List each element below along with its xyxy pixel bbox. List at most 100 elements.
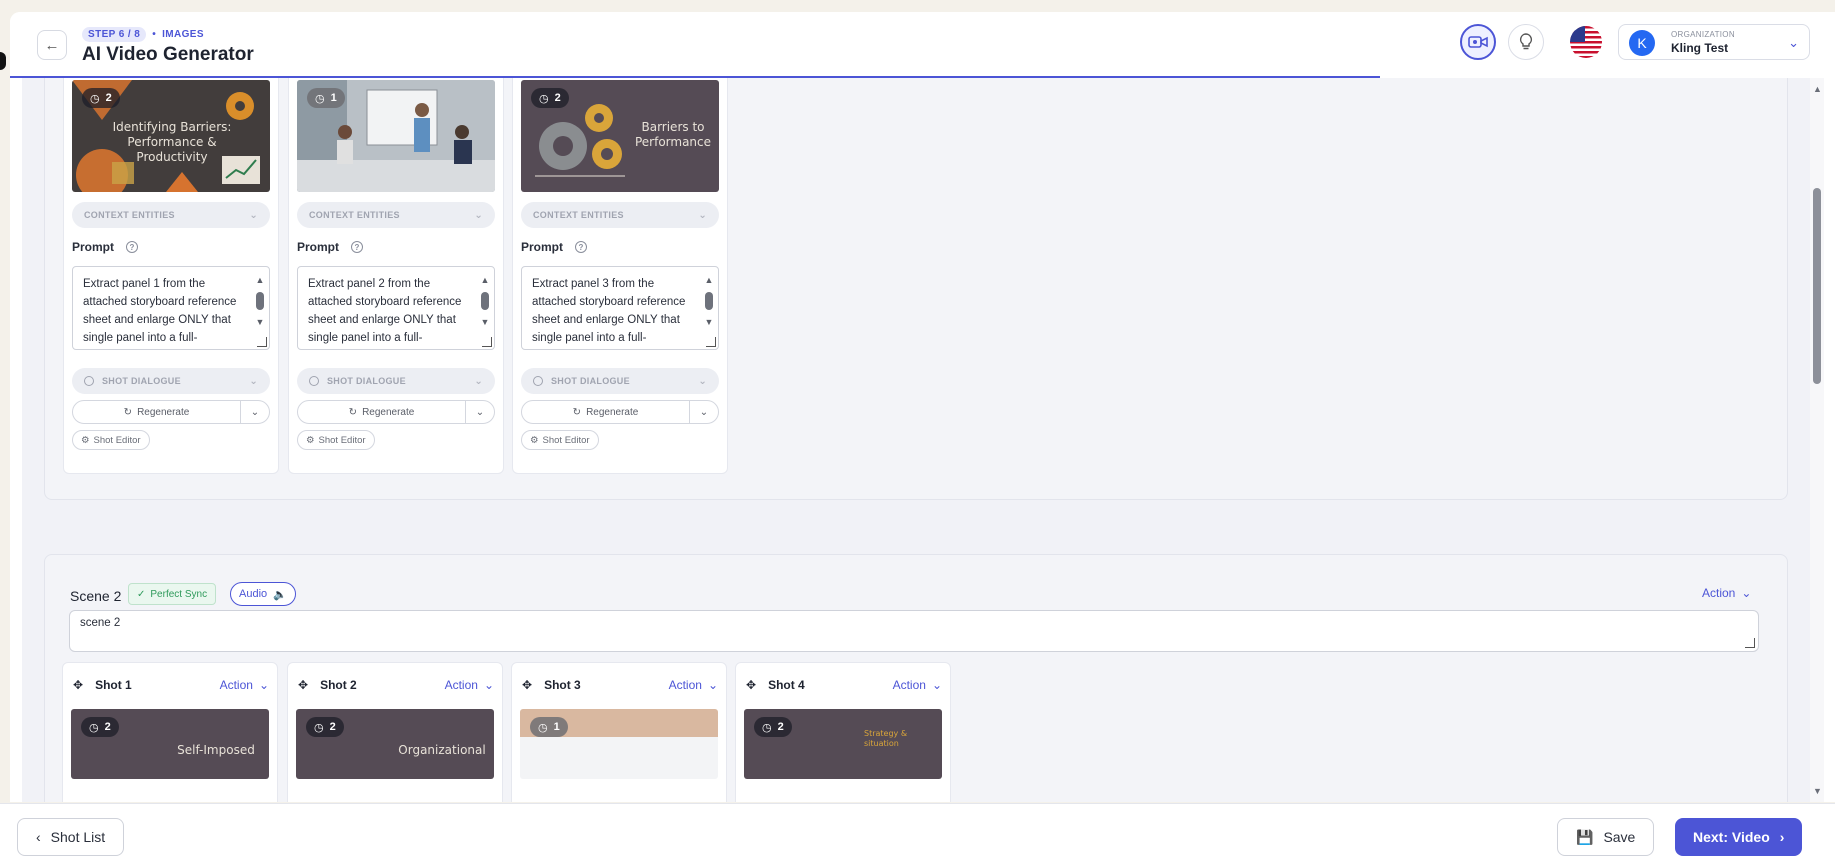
regenerate-split-button[interactable]: ↻ Regenerate ⌄ [72,400,270,424]
context-entities-dropdown[interactable]: CONTEXT ENTITIES ⌄ [297,202,495,228]
scroll-up-icon[interactable]: ▲ [256,271,265,289]
shot-thumbnail[interactable]: ◷ 2 Self-Imposed [71,709,269,779]
shot-editor-button[interactable]: ⚙ Shot Editor [72,430,150,450]
shot-header: ✥ Shot 3 [522,678,581,692]
step-pill: STEP 6 / 8 [82,27,147,42]
prompt-textarea[interactable]: Extract panel 1 from the attached storyb… [72,266,270,350]
duration-badge: ◷ 2 [82,88,120,108]
chevron-down-icon[interactable]: ⌄ [690,407,718,418]
shot-editor-label: Shot Editor [542,434,590,446]
scene2-shot-4: ✥ Shot 4 Action ⌄ ◷ 2 Strategy & situation [735,662,951,802]
scene2-shot-1: ✥ Shot 1 Action ⌄ ◷ 2 Self-Imposed [62,662,278,802]
scroll-thumb[interactable] [1813,188,1821,384]
shot-editor-button[interactable]: ⚙ Shot Editor [297,430,375,450]
save-icon: 💾 [1576,828,1594,845]
resize-handle-icon[interactable] [706,337,716,347]
next-video-button[interactable]: Next: Video › [1675,818,1803,856]
audio-button[interactable]: Audio 🔈 [230,582,296,606]
prompt-textarea[interactable]: Extract panel 2 from the attached storyb… [297,266,495,350]
context-entities-dropdown[interactable]: CONTEXT ENTITIES ⌄ [72,202,270,228]
scene-description-field[interactable]: scene 2 [69,610,1759,652]
help-icon[interactable]: ? [351,241,363,253]
drag-handle-icon[interactable]: ✥ [746,678,756,692]
scene-action-dropdown[interactable]: Action ⌄ [1702,586,1751,600]
shot-thumbnail[interactable]: ◷ 1 [297,80,495,192]
shot-action-dropdown[interactable]: Action ⌄ [669,678,718,692]
resize-handle-icon[interactable] [482,337,492,347]
chevron-down-icon[interactable]: ⌄ [241,407,269,418]
shot-action-dropdown[interactable]: Action ⌄ [893,678,942,692]
chevron-down-icon: ⌄ [707,678,718,692]
help-icon[interactable]: ? [575,241,587,253]
shot-thumbnail[interactable]: ◷ 2 Organizational [296,709,494,779]
help-icon[interactable]: ? [126,241,138,253]
organization-selector[interactable]: K ORGANIZATION Kling Test ⌄ [1618,24,1810,60]
prompt-label-text: Prompt [297,240,339,254]
us-flag-icon[interactable] [1570,26,1602,58]
scroll-up-icon[interactable]: ▲ [1813,84,1822,94]
arrow-left-icon: ← [44,36,60,54]
shot-editor-button[interactable]: ⚙ Shot Editor [521,430,599,450]
shot-dialogue-dropdown[interactable]: SHOT DIALOGUE ⌄ [72,368,270,394]
page-scrollbar[interactable]: ▲ ▼ [1810,78,1824,802]
save-button[interactable]: 💾 Save [1557,818,1655,856]
shot-thumbnail[interactable]: ◷ 2 Strategy & situation [744,709,942,779]
radio-icon[interactable] [309,376,319,386]
duration-value: 2 [777,721,784,733]
scroll-down-icon[interactable]: ▼ [1813,786,1822,796]
scroll-up-icon[interactable]: ▲ [705,271,714,289]
regenerate-button[interactable]: ↻ Regenerate [522,401,690,423]
scroll-thumb[interactable] [705,292,713,310]
action-label: Action [892,678,926,692]
scroll-thumb[interactable] [256,292,264,310]
scroll-up-icon[interactable]: ▲ [481,271,490,289]
resize-handle-icon[interactable] [1745,638,1755,648]
chevron-left-icon: ‹ [36,829,41,845]
video-camera-button[interactable] [1460,24,1496,60]
shot-thumbnail[interactable]: ◷ 1 [520,709,718,779]
regenerate-split-button[interactable]: ↻ Regenerate ⌄ [521,400,719,424]
regenerate-button[interactable]: ↻ Regenerate [73,401,241,423]
duration-value: 1 [553,721,560,733]
scene-2-title: Scene 2 [70,588,122,604]
shot-label: Shot 2 [320,678,357,692]
regenerate-split-button[interactable]: ↻ Regenerate ⌄ [297,400,495,424]
drag-handle-icon[interactable]: ✥ [298,678,308,692]
drag-handle-icon[interactable]: ✥ [522,678,532,692]
chevron-down-icon: ⌄ [474,375,483,387]
thumb-text: Organizational [398,743,486,757]
chevron-down-icon[interactable]: ⌄ [466,407,494,418]
thumb-text: Barriers to Performance [634,120,712,149]
org-name: Kling Test [1671,41,1729,55]
prompt-textarea[interactable]: Extract panel 3 from the attached storyb… [521,266,719,350]
regenerate-label: Regenerate [362,406,415,418]
resize-handle-icon[interactable] [257,337,267,347]
context-entities-label: CONTEXT ENTITIES [84,210,175,220]
idea-button[interactable] [1508,24,1544,60]
scroll-down-icon[interactable]: ▼ [705,313,714,331]
action-label: Action [444,678,478,692]
duration-value: 2 [554,92,561,104]
scroll-down-icon[interactable]: ▼ [481,313,490,331]
prompt-text: Extract panel 1 from the attached storyb… [83,278,237,344]
drag-handle-icon[interactable]: ✥ [73,678,83,692]
shot-thumbnail[interactable]: ◷ 2 Barriers to Performance [521,80,719,192]
scroll-down-icon[interactable]: ▼ [256,313,265,331]
textarea-scrollbar[interactable]: ▲ ▼ [479,271,491,331]
shot-dialogue-dropdown[interactable]: SHOT DIALOGUE ⌄ [521,368,719,394]
radio-icon[interactable] [533,376,543,386]
shot-action-dropdown[interactable]: Action ⌄ [220,678,269,692]
shot-action-dropdown[interactable]: Action ⌄ [445,678,494,692]
shot-label: Shot 4 [768,678,805,692]
regenerate-button[interactable]: ↻ Regenerate [298,401,466,423]
shot-thumbnail[interactable]: ◷ 2 Identifying Barriers: Performance & P… [72,80,270,192]
radio-icon[interactable] [84,376,94,386]
shot-list-button[interactable]: ‹ Shot List [17,818,125,856]
textarea-scrollbar[interactable]: ▲ ▼ [703,271,715,331]
context-entities-dropdown[interactable]: CONTEXT ENTITIES ⌄ [521,202,719,228]
back-button[interactable]: ← [37,30,67,60]
shot-dialogue-dropdown[interactable]: SHOT DIALOGUE ⌄ [297,368,495,394]
scroll-thumb[interactable] [481,292,489,310]
video-camera-icon [1468,36,1488,48]
textarea-scrollbar[interactable]: ▲ ▼ [254,271,266,331]
